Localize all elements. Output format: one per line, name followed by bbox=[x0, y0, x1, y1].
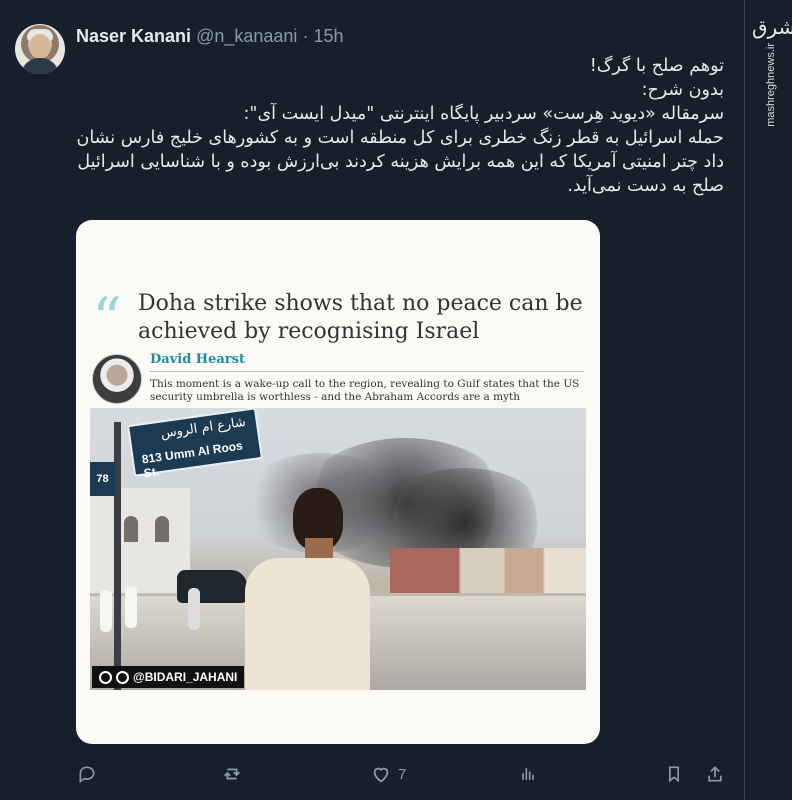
tweet-line-3: سرمقاله «دیوید هِرست» سردبیر پایگاه اینت… bbox=[243, 104, 724, 124]
vertical-divider bbox=[744, 0, 745, 800]
views-button[interactable] bbox=[517, 762, 539, 786]
share-button[interactable] bbox=[704, 762, 726, 786]
news-photo: شارع ام الروس 813 Umm Al Roos St. 78 @BI… bbox=[90, 408, 586, 690]
street-sign-number: 813 bbox=[140, 449, 163, 467]
sign-pole bbox=[114, 422, 121, 690]
tweet-media-image[interactable]: “ Doha strike shows that no peace can be… bbox=[76, 220, 600, 744]
tweet-line-4: حمله اسرائیل به قطر زنگ خطری برای کل منط… bbox=[76, 128, 724, 196]
author-name[interactable]: Naser Kanani bbox=[76, 26, 191, 46]
tweet-card[interactable]: Naser Kanani @n_kanaani · 15h توهم صلح ب… bbox=[0, 0, 744, 800]
reply-button[interactable] bbox=[76, 762, 98, 786]
person-shirt bbox=[245, 558, 370, 690]
heart-icon bbox=[370, 763, 392, 785]
pedestrian bbox=[125, 586, 137, 628]
time-separator: · bbox=[302, 26, 309, 46]
watermark-icon bbox=[99, 670, 112, 684]
watermark-icon bbox=[116, 670, 129, 684]
avatar-suit bbox=[21, 58, 59, 74]
bookmark-button[interactable] bbox=[663, 762, 685, 786]
tweet-time[interactable]: 15h bbox=[313, 26, 343, 46]
watermark-text: @BIDARI_JAHANI bbox=[133, 670, 238, 684]
distant-buildings bbox=[390, 548, 586, 593]
tweet-actions: 7 bbox=[76, 762, 726, 786]
author-handle[interactable]: @n_kanaani bbox=[196, 26, 297, 46]
article-author: David Hearst bbox=[150, 352, 245, 367]
tweet-line-1: توهم صلح با گرگ! bbox=[589, 56, 724, 76]
foreground-person bbox=[245, 488, 370, 690]
retweet-button[interactable] bbox=[221, 762, 243, 786]
brand-watermark: مشرق mashreghnews.ir bbox=[752, 15, 792, 155]
avatar-face bbox=[29, 34, 51, 59]
reply-icon bbox=[76, 763, 98, 785]
retweet-icon bbox=[221, 763, 243, 785]
bookmark-icon bbox=[663, 763, 685, 785]
white-building bbox=[90, 488, 190, 594]
side-sign-number: 78 bbox=[90, 462, 115, 496]
tweet-header: Naser Kanani @n_kanaani · 15h bbox=[76, 26, 344, 47]
brand-url: mashreghnews.ir bbox=[765, 43, 777, 127]
article-summary: This moment is a wake-up call to the reg… bbox=[150, 378, 580, 403]
building-window bbox=[155, 516, 169, 542]
pedestrian bbox=[100, 590, 112, 632]
street-sign-arabic: شارع ام الروس bbox=[159, 414, 247, 442]
like-button[interactable]: 7 bbox=[370, 762, 406, 786]
street-sign: شارع ام الروس 813 Umm Al Roos St. bbox=[127, 408, 263, 480]
tweet-line-2: بدون شرح: bbox=[641, 80, 724, 100]
article-author-photo bbox=[92, 354, 142, 404]
street-sign-english: 813 Umm Al Roos St. bbox=[141, 436, 262, 480]
article-headline: Doha strike shows that no peace can be a… bbox=[138, 291, 583, 344]
analytics-icon bbox=[517, 763, 539, 785]
pedestrian bbox=[188, 588, 200, 630]
image-watermark: @BIDARI_JAHANI bbox=[92, 666, 245, 688]
like-count: 7 bbox=[398, 765, 407, 783]
building-window bbox=[124, 516, 138, 542]
article-divider bbox=[150, 371, 584, 372]
author-avatar[interactable] bbox=[15, 24, 65, 74]
tweet-body: توهم صلح با گرگ! بدون شرح: سرمقاله «دیوی… bbox=[76, 54, 724, 198]
brand-logo: مشرق bbox=[752, 15, 792, 39]
share-icon bbox=[704, 763, 726, 785]
quote-icon: “ bbox=[92, 285, 122, 353]
